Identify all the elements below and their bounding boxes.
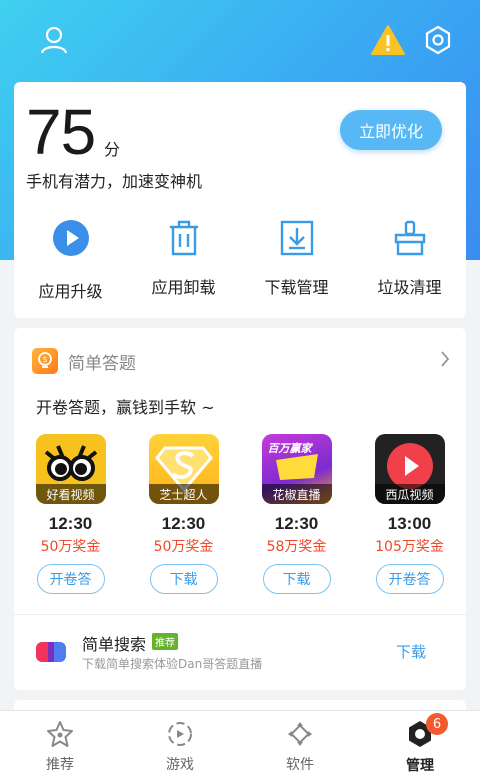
xigua-video-icon[interactable]: 西瓜视频 [374,434,445,504]
star-icon [45,719,75,748]
trash-icon [164,218,204,258]
tool-download-manager[interactable]: 下载管理 [240,218,353,308]
app-prize: 105万奖金 [375,539,444,555]
huajiao-live-icon[interactable]: 百万赢家 花椒直播 [261,434,332,504]
app-prize: 50万奖金 [40,539,101,555]
notification-badge: 6 [426,713,448,735]
quiz-header[interactable]: $ 简单答题 [32,348,136,374]
quiz-description: 开卷答题，赢钱到手软 ~ [36,398,215,417]
download-button[interactable]: 下载 [149,564,218,594]
recommend-tag: 推荐 [152,633,178,650]
quiz-app: 好看视频 12:30 50万奖金 开卷答 [14,434,127,594]
nav-recommend[interactable]: 推荐 [0,711,120,774]
nav-software[interactable]: 软件 [240,711,360,774]
app-time: 12:30 [161,514,206,533]
chevron-right-icon[interactable] [440,350,450,372]
open-quiz-button[interactable]: 开卷答 [36,564,105,594]
app-name: 西瓜视频 [374,484,445,504]
tool-label: 垃圾清理 [377,278,442,297]
quiz-title: 简单答题 [68,353,136,374]
app-name: 花椒直播 [261,484,332,504]
simple-search-logo-icon [36,639,68,665]
optimize-button[interactable]: 立即优化 [340,110,442,150]
tool-label: 下载管理 [264,278,329,297]
nav-label: 游戏 [166,757,194,773]
bottom-nav: 推荐 游戏 软件 管理 6 [0,710,480,774]
search-app-title: 简单搜索 [82,635,147,654]
quiz-app: 西瓜视频 13:00 105万奖金 开卷答 [353,434,466,594]
warning-icon[interactable] [370,22,406,58]
nav-label: 管理 [406,758,434,774]
next-card-edge [14,700,466,710]
open-quiz-button[interactable]: 开卷答 [375,564,444,594]
tool-row: 应用升级 应用卸载 下载管理 垃圾清理 [14,218,466,308]
tool-label: 应用升级 [38,282,103,301]
broom-icon [390,218,430,258]
search-download-button[interactable]: 下载 [396,641,426,662]
coin-bulb-icon: $ [32,348,58,374]
score-card: 75 分 手机有潜力，加速变神机 立即优化 应用升级 应用卸载 下载管理 垃圾清… [14,82,466,318]
nav-manage[interactable]: 管理 6 [360,711,480,774]
quiz-app: 百万赢家 花椒直播 12:30 58万奖金 下载 [240,434,353,594]
simple-search-row[interactable]: 简单搜索 推荐 下载简单搜索体验Dan哥答题直播 下载 [14,615,466,690]
app-time: 12:30 [274,514,319,533]
quiz-card: $ 简单答题 开卷答题，赢钱到手软 ~ 好看视频 12:30 50万奖金 开卷答 [14,328,466,690]
play-circle-icon [51,218,91,258]
settings-icon[interactable] [420,22,456,58]
tool-label: 应用卸载 [151,278,216,297]
game-icon [165,719,195,748]
score-unit: 分 [104,140,121,159]
quiz-app: 芝士超人 12:30 50万奖金 下载 [127,434,240,594]
tool-junk-clean[interactable]: 垃圾清理 [353,218,466,308]
user-icon[interactable] [36,22,72,58]
search-app-description: 下载简单搜索体验Dan哥答题直播 [82,657,263,671]
nav-games[interactable]: 游戏 [120,711,240,774]
haokan-video-icon[interactable]: 好看视频 [35,434,106,504]
download-button[interactable]: 下载 [262,564,331,594]
nav-label: 软件 [286,757,314,773]
app-prize: 50万奖金 [153,539,214,555]
nav-label: 推荐 [46,757,74,773]
app-name: 芝士超人 [148,484,219,504]
tool-app-uninstall[interactable]: 应用卸载 [127,218,240,308]
svg-text:$: $ [42,355,47,364]
app-name: 好看视频 [35,484,106,504]
download-icon [277,218,317,258]
score-subtitle: 手机有潜力，加速变神机 [26,172,203,191]
tool-app-upgrade[interactable]: 应用升级 [14,218,127,308]
zhishi-superman-icon[interactable]: 芝士超人 [148,434,219,504]
app-time: 13:00 [387,514,432,533]
app-prize: 58万奖金 [266,539,327,555]
quiz-app-list: 好看视频 12:30 50万奖金 开卷答 芝士超人 12:30 50万奖金 下载… [14,434,466,594]
score-value: 75 [26,96,96,168]
app-time: 12:30 [48,514,93,533]
software-icon [285,719,315,748]
